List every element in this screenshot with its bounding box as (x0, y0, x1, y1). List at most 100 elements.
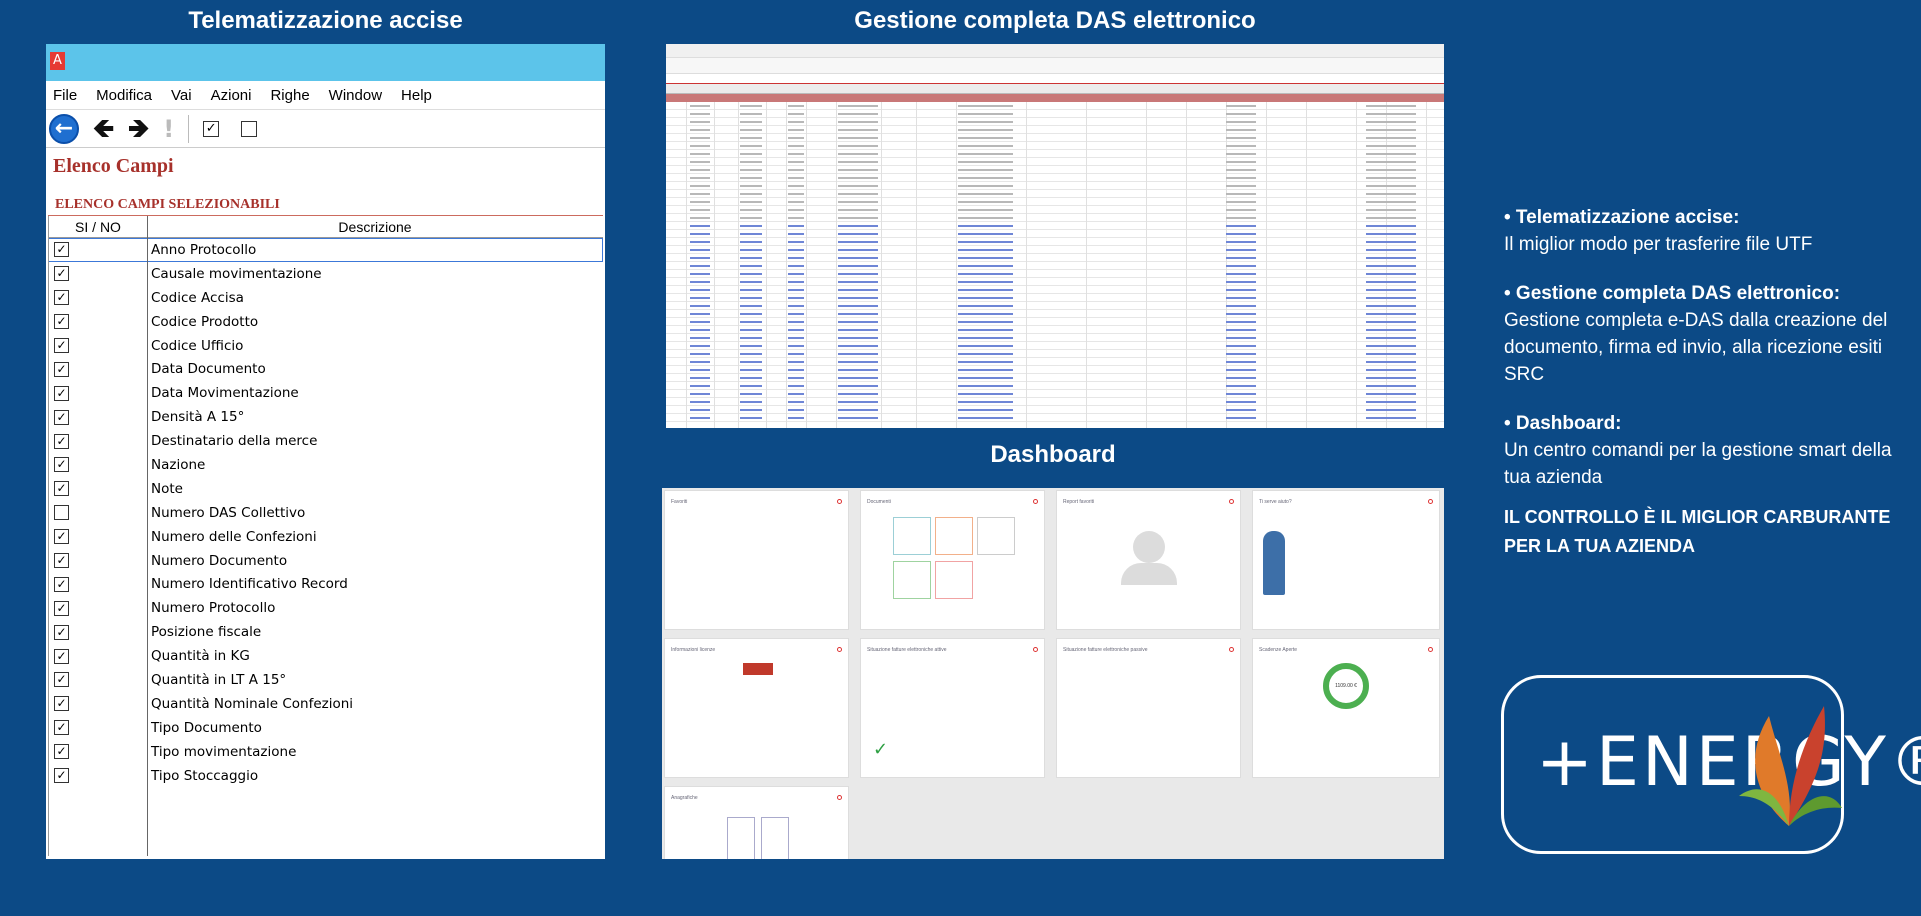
refresh-icon[interactable] (1229, 647, 1234, 652)
refresh-icon[interactable] (1428, 647, 1433, 652)
das-cell (1226, 169, 1256, 171)
table-row[interactable]: ✓ Codice Accisa (49, 286, 603, 310)
das-cell (788, 185, 804, 187)
menu-window[interactable]: Window (329, 87, 382, 104)
checkbox-checked[interactable]: ✓ (54, 553, 69, 569)
table-row[interactable]: ✓ Quantità in KG (49, 644, 603, 668)
das-cell (690, 393, 710, 395)
exclamation-icon[interactable]: ! (163, 114, 174, 144)
table-row[interactable]: ✓ Numero Documento (49, 549, 603, 573)
checkbox-empty-icon[interactable] (241, 120, 258, 137)
checkbox-checked[interactable]: ✓ (54, 696, 69, 712)
table-row[interactable]: ✓ Numero delle Confezioni (49, 525, 603, 549)
table-row[interactable]: ✓ Destinatario della merce (49, 429, 603, 453)
field-label: Tipo Stoccaggio (151, 767, 259, 784)
checkbox-checked[interactable]: ✓ (54, 744, 69, 760)
refresh-icon[interactable] (1229, 499, 1234, 504)
das-cell (1366, 105, 1416, 107)
das-cell (1226, 241, 1256, 243)
menu-help[interactable]: Help (401, 87, 432, 104)
das-cell (690, 225, 710, 227)
table-row[interactable]: ✓ Numero Protocollo (49, 596, 603, 620)
checkbox-checked[interactable]: ✓ (54, 314, 69, 330)
checkbox-checked[interactable]: ✓ (54, 720, 69, 736)
das-cell (690, 377, 710, 379)
das-cell (958, 273, 1013, 275)
checkbox-checked[interactable]: ✓ (54, 481, 69, 497)
das-cell (1366, 129, 1416, 131)
checkbox-checked[interactable]: ✓ (54, 361, 69, 377)
back-icon[interactable]: ← (49, 113, 79, 144)
checkbox-checked[interactable]: ✓ (54, 433, 69, 449)
doc-tile (935, 561, 973, 599)
table-row[interactable]: Numero DAS Collettivo (49, 501, 603, 525)
refresh-icon[interactable] (837, 499, 842, 504)
checkbox-checked[interactable]: ✓ (54, 768, 69, 784)
das-cell (1366, 233, 1416, 235)
refresh-icon[interactable] (1033, 499, 1038, 504)
das-cell (788, 121, 804, 123)
das-cell (740, 241, 762, 243)
checkbox-checked[interactable]: ✓ (54, 648, 69, 664)
table-row[interactable]: ✓ Numero Identificativo Record (49, 572, 603, 596)
column-descrizione[interactable]: Descrizione (147, 216, 603, 237)
menu-file[interactable]: File (53, 87, 77, 104)
das-cell (788, 209, 804, 211)
table-row[interactable]: ✓ Data Documento (49, 357, 603, 381)
checkbox-checked[interactable]: ✓ (54, 529, 69, 545)
menu-modifica[interactable]: Modifica (96, 87, 152, 104)
table-row[interactable]: ✓ Tipo Stoccaggio (49, 764, 603, 788)
refresh-icon[interactable] (1033, 647, 1038, 652)
checkbox-checked[interactable]: ✓ (54, 266, 69, 282)
das-cell (788, 409, 804, 411)
refresh-icon[interactable] (837, 647, 842, 652)
checkbox-checked[interactable]: ✓ (54, 409, 69, 425)
arrow-left-icon[interactable]: 🡸 (93, 114, 114, 144)
table-row[interactable]: ✓ Densità A 15° (49, 405, 603, 429)
table-row[interactable]: ✓ Causale movimentazione (49, 262, 603, 286)
table-row[interactable]: ✓ Tipo movimentazione (49, 740, 603, 764)
table-row[interactable]: ✓ Quantità Nominale Confezioni (49, 692, 603, 716)
table-row[interactable]: ✓ Quantità in LT A 15° (49, 668, 603, 692)
das-cell (740, 209, 762, 211)
table-row[interactable]: ✓ Anno Protocollo (49, 238, 603, 262)
checkbox-checked-icon[interactable]: ✓ (203, 120, 220, 137)
checkbox-checked[interactable]: ✓ (54, 290, 69, 306)
das-cell (690, 257, 710, 259)
field-label: Causale movimentazione (151, 265, 322, 282)
das-cell (958, 145, 1013, 147)
table-row[interactable]: ✓ Codice Ufficio (49, 334, 603, 358)
checkbox-checked[interactable]: ✓ (54, 624, 69, 640)
das-cell (1226, 281, 1256, 283)
checkbox-unchecked[interactable] (54, 505, 69, 521)
column-si-no[interactable]: SI / NO (49, 216, 147, 237)
refresh-icon[interactable] (1428, 499, 1433, 504)
menu-righe[interactable]: Righe (270, 87, 309, 104)
checkbox-checked[interactable]: ✓ (54, 576, 69, 592)
checkbox-checked[interactable]: ✓ (54, 242, 69, 258)
checkbox-checked[interactable]: ✓ (54, 385, 69, 401)
das-cell (838, 281, 878, 283)
checkbox-checked[interactable]: ✓ (54, 338, 69, 353)
checkbox-checked[interactable]: ✓ (54, 457, 69, 473)
das-cell (1226, 113, 1256, 115)
arrow-right-icon[interactable]: 🡺 (128, 114, 149, 144)
table-row[interactable]: ✓ Tipo Documento (49, 716, 603, 740)
das-cell (788, 337, 804, 339)
das-cell (958, 121, 1013, 123)
das-cell (740, 273, 762, 275)
refresh-icon[interactable] (837, 795, 842, 800)
checkbox-checked[interactable]: ✓ (54, 672, 69, 688)
das-cell (740, 249, 762, 251)
menu-azioni[interactable]: Azioni (211, 87, 252, 104)
das-table-rows (666, 102, 1444, 428)
das-cell (838, 217, 878, 219)
table-row[interactable]: ✓ Note (49, 477, 603, 501)
menu-vai[interactable]: Vai (171, 87, 192, 104)
table-row[interactable]: ✓ Nazione (49, 453, 603, 477)
checkbox-checked[interactable]: ✓ (54, 600, 69, 616)
table-row[interactable]: ✓ Data Movimentazione (49, 381, 603, 405)
card-fatture-attive: Situazione fatture elettroniche attive ✓ (860, 638, 1045, 778)
table-row[interactable]: ✓ Posizione fiscale (49, 620, 603, 644)
table-row[interactable]: ✓ Codice Prodotto (49, 310, 603, 334)
